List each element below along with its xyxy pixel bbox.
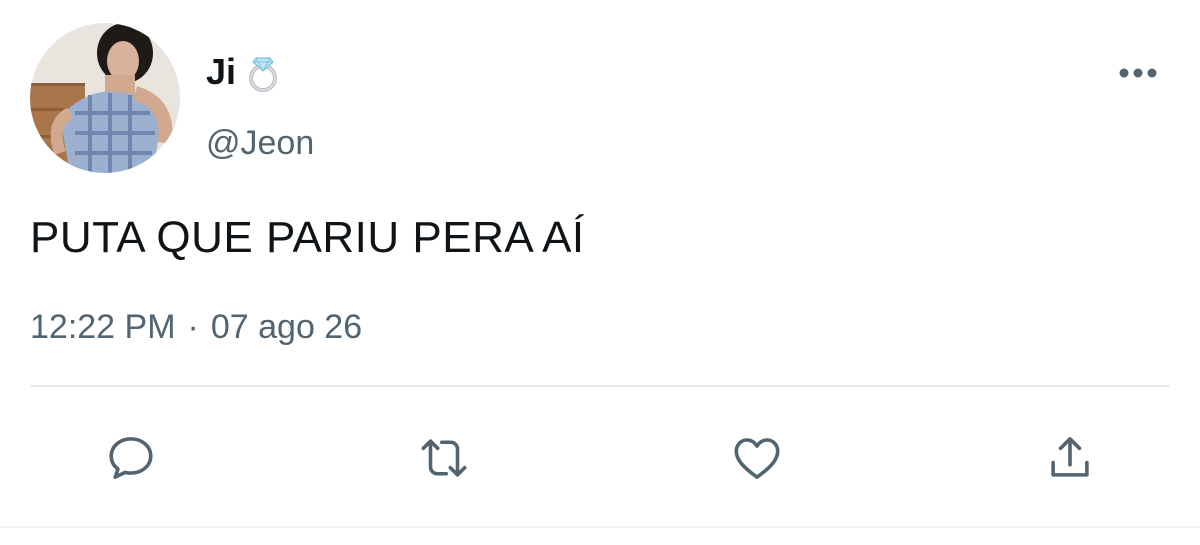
divider (30, 385, 1170, 387)
tweet-date: 07 ago 26 (210, 308, 363, 346)
tweet-card: Ji @Jeon PUTA QUE PARIU PERA AÍ 12:22 PM… (0, 0, 1200, 545)
user-handle[interactable]: @Jeon (206, 122, 314, 164)
tweet-time: 12:22 PM (30, 308, 176, 346)
more-options-button[interactable] (1110, 58, 1166, 88)
tweet-timestamp[interactable]: 12:22 PM · 07 ago 26 (30, 305, 362, 349)
more-horizontal-icon (1119, 68, 1157, 78)
ring-emoji-icon (246, 51, 280, 93)
reply-button[interactable] (101, 428, 161, 488)
tweet-text: PUTA QUE PARIU PERA AÍ (30, 213, 585, 262)
heart-icon (734, 438, 780, 479)
meta-separator: · (187, 308, 199, 346)
reply-icon (109, 437, 153, 479)
display-name[interactable]: Ji (206, 50, 280, 94)
retweet-icon (421, 439, 467, 477)
bottom-divider (0, 526, 1200, 528)
share-icon (1051, 437, 1089, 477)
display-name-text: Ji (206, 51, 237, 92)
avatar-image (30, 23, 180, 173)
avatar[interactable] (30, 23, 180, 173)
retweet-button[interactable] (414, 428, 474, 488)
share-button[interactable] (1040, 428, 1100, 488)
like-button[interactable] (727, 428, 787, 488)
